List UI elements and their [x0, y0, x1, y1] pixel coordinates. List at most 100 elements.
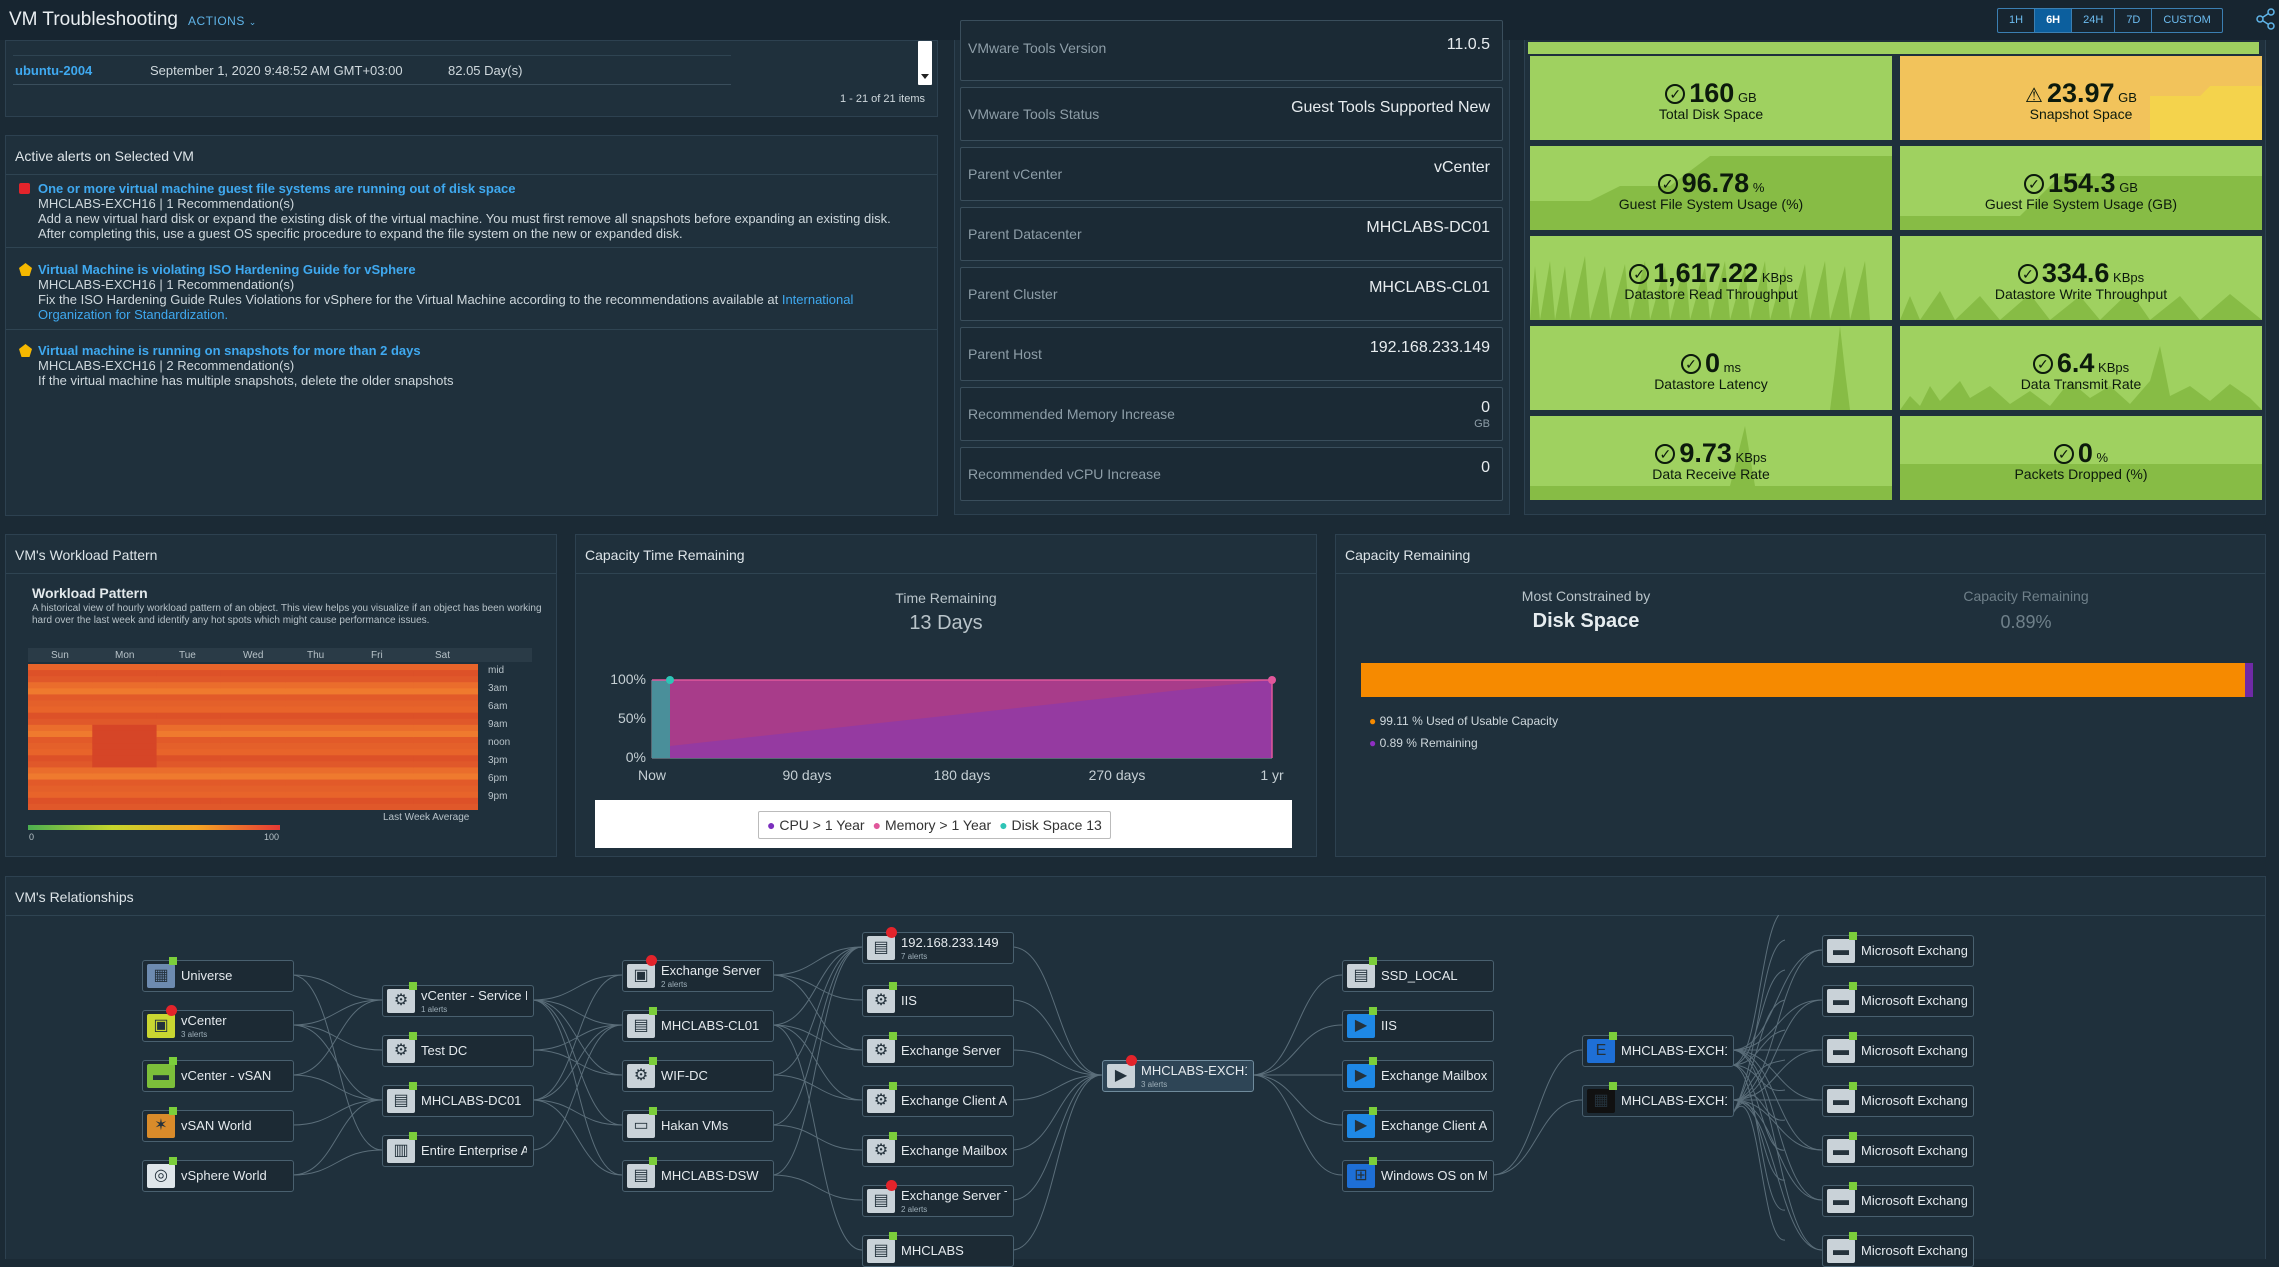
relationship-node[interactable]: ▬ Microsoft Exchang	[1822, 1082, 1974, 1117]
relationship-node[interactable]: ▥ Entire Enterprise A	[382, 1132, 534, 1167]
relationship-node[interactable]: ✶ vSAN World	[142, 1107, 294, 1142]
time-range-selector: 1H 6H 24H 7D CUSTOM	[1997, 8, 2223, 33]
metric-tile[interactable]: ✓ 334.6 KBps Datastore Write Throughput	[1900, 236, 2262, 320]
actions-menu[interactable]: ACTIONS ⌄	[188, 14, 257, 28]
vm-name-link[interactable]: ubuntu-2004	[15, 63, 92, 78]
x-tick-label: 90 days	[782, 767, 831, 783]
relationship-node[interactable]: ▤ Exchange Server T 2 alerts	[862, 1180, 1014, 1217]
table-row[interactable]: ubuntu-2004 September 1, 2020 9:48:52 AM…	[13, 54, 731, 85]
relationship-node[interactable]: ◎ vSphere World	[142, 1157, 294, 1192]
check-circle-icon: ✓	[1655, 444, 1676, 464]
relationship-node[interactable]: ▦ Universe	[142, 957, 294, 992]
node-label: vCenter - Service D	[421, 988, 527, 1003]
heatmap-cell	[220, 676, 286, 683]
relationship-node[interactable]: ▬ Microsoft Exchang	[1822, 1032, 1974, 1067]
heatmap-cell	[156, 767, 222, 774]
legend-remaining: ● 0.89 % Remaining	[1369, 736, 1478, 750]
metric-tile[interactable]: ✓ 154.3 GB Guest File System Usage (GB)	[1900, 146, 2262, 230]
relationship-edge	[291, 999, 383, 1026]
legend-item-disk[interactable]: ● Disk Space 13	[999, 817, 1102, 833]
relationship-node[interactable]: ▤ MHCLABS-DSW	[622, 1157, 774, 1192]
relationship-node[interactable]: ▤ MHCLABS-CL01	[622, 1007, 774, 1042]
relationship-node[interactable]: ▶ IIS	[1342, 1007, 1494, 1042]
heatmap-cell	[92, 737, 158, 744]
relationship-node[interactable]: ▬ vCenter - vSAN	[142, 1057, 294, 1092]
metric-tile[interactable]: ✓ 0 % Packets Dropped (%)	[1900, 416, 2262, 500]
metric-tile[interactable]: ✓ 6.4 KBps Data Transmit Rate	[1900, 326, 2262, 410]
heatmap-cell	[285, 670, 350, 677]
relationship-node[interactable]: ▦ MHCLABS-EXCH16	[1582, 1082, 1734, 1117]
host-icon: ▤	[867, 1189, 895, 1213]
relationship-node[interactable]: ▤ MHCLABS	[862, 1232, 1014, 1267]
heatmap-cell	[92, 767, 158, 774]
alert-item[interactable]: One or more virtual machine guest file s…	[19, 181, 917, 241]
time-6h-button[interactable]: 6H	[2035, 9, 2073, 32]
relationship-node[interactable]: ▭ Hakan VMs	[622, 1107, 774, 1142]
metric-tile[interactable]: ⚠ 23.97 GB Snapshot Space	[1900, 56, 2262, 140]
heatmap-cell	[92, 730, 158, 738]
alert-title[interactable]: Virtual Machine is violating ISO Hardeni…	[38, 262, 917, 277]
relationship-node[interactable]: ⚙ Test DC	[382, 1032, 534, 1067]
alert-item[interactable]: Virtual machine is running on snapshots …	[19, 343, 917, 388]
relationship-node[interactable]: ⚙ WIF-DC	[622, 1057, 774, 1092]
metric-unit: KBps	[2109, 270, 2145, 285]
node-label: Windows OS on Mi	[1381, 1168, 1487, 1183]
relationship-node[interactable]: ▤ SSD_LOCAL	[1342, 957, 1494, 992]
metric-tile[interactable]: ✓ 160 GB Total Disk Space	[1530, 56, 1892, 140]
relationship-node[interactable]: ▣ Exchange Server 2 alerts	[622, 955, 774, 992]
relationship-node[interactable]: ⚙ vCenter - Service D 1 alerts	[382, 982, 534, 1017]
relationship-node[interactable]: ▬ Microsoft Exchang	[1822, 1182, 1974, 1217]
alert-title[interactable]: One or more virtual machine guest file s…	[38, 181, 917, 196]
relationship-node[interactable]: ▶ Exchange Client Ac	[1342, 1107, 1494, 1142]
share-icon[interactable]	[2256, 8, 2276, 30]
relationship-node[interactable]: ⚙ Exchange Client Ac	[862, 1082, 1014, 1117]
relationship-node[interactable]: ▣ vCenter 3 alerts	[142, 1005, 294, 1042]
time-24h-button[interactable]: 24H	[2072, 9, 2116, 32]
relationship-node[interactable]: ▶ MHCLABS-EXCH16 3 alerts	[1102, 1055, 1254, 1092]
metric-tile[interactable]: ✓ 9.73 KBps Data Receive Rate	[1530, 416, 1892, 500]
health-ok-icon	[409, 982, 417, 990]
relationship-node[interactable]: ▬ Microsoft Exchang	[1822, 1232, 1974, 1267]
heatmap-cell	[92, 803, 158, 810]
time-remaining-label: Time Remaining	[895, 590, 997, 606]
metric-tile[interactable]: ✓ 96.78 % Guest File System Usage (%)	[1530, 146, 1892, 230]
heatmap-cell	[413, 779, 478, 787]
relationship-node[interactable]: ▬ Microsoft Exchang	[1822, 982, 1974, 1017]
health-ok-icon	[169, 957, 177, 965]
relationship-node[interactable]: ▶ Exchange Mailbox	[1342, 1057, 1494, 1092]
relationship-node[interactable]: ▤ MHCLABS-DC01	[382, 1082, 534, 1117]
relationship-node[interactable]: ▬ Microsoft Exchang	[1822, 932, 1974, 967]
relationship-node[interactable]: ▤ 192.168.233.149 7 alerts	[862, 927, 1014, 964]
legend-item-cpu[interactable]: ● CPU > 1 Year	[767, 817, 865, 833]
time-custom-button[interactable]: CUSTOM	[2152, 9, 2221, 32]
metric-label: Snapshot Space	[2029, 106, 2133, 122]
time-1h-button[interactable]: 1H	[1998, 9, 2036, 32]
host-icon: ▤	[867, 1239, 895, 1263]
relationship-node[interactable]: ⊞ Windows OS on Mi	[1342, 1157, 1494, 1192]
node-label: Hakan VMs	[661, 1118, 729, 1133]
exchange-server-icon: ▬	[1827, 1239, 1855, 1263]
metric-tile[interactable]: ✓ 0 ms Datastore Latency	[1530, 326, 1892, 410]
remaining-value: 0.89%	[2000, 612, 2052, 632]
heatmap-cell	[220, 688, 286, 695]
alert-title[interactable]: Virtual machine is running on snapshots …	[38, 343, 917, 358]
scrollbar[interactable]	[918, 41, 932, 85]
alert-item[interactable]: Virtual Machine is violating ISO Hardeni…	[19, 262, 917, 322]
heatmap-cell	[156, 785, 222, 793]
property-label: Parent Host	[968, 346, 1042, 362]
legend-item-memory[interactable]: ● Memory > 1 Year	[873, 817, 992, 833]
day-label: Thu	[307, 650, 325, 661]
alert-meta: MHCLABS-EXCH16 | 1 Recommendation(s)	[38, 277, 295, 292]
active-alerts-panel: Active alerts on Selected VM One or more…	[5, 135, 938, 516]
alert-dot-icon	[886, 927, 897, 938]
relationship-edge	[1731, 1099, 1823, 1151]
relationship-node[interactable]: ⚙ Exchange Mailbox	[862, 1132, 1014, 1167]
heatmap-cell	[156, 773, 222, 781]
relationship-node[interactable]: ⚙ Exchange Server	[862, 1032, 1014, 1067]
heatmap-cell	[156, 718, 222, 726]
relationship-node[interactable]: E MHCLABS-EXCH16	[1582, 1032, 1734, 1067]
time-7d-button[interactable]: 7D	[2115, 9, 2153, 32]
relationship-node[interactable]: ⚙ IIS	[862, 982, 1014, 1017]
relationship-node[interactable]: ▬ Microsoft Exchang	[1822, 1132, 1974, 1167]
metric-tile[interactable]: ✓ 1,617.22 KBps Datastore Read Throughput	[1530, 236, 1892, 320]
